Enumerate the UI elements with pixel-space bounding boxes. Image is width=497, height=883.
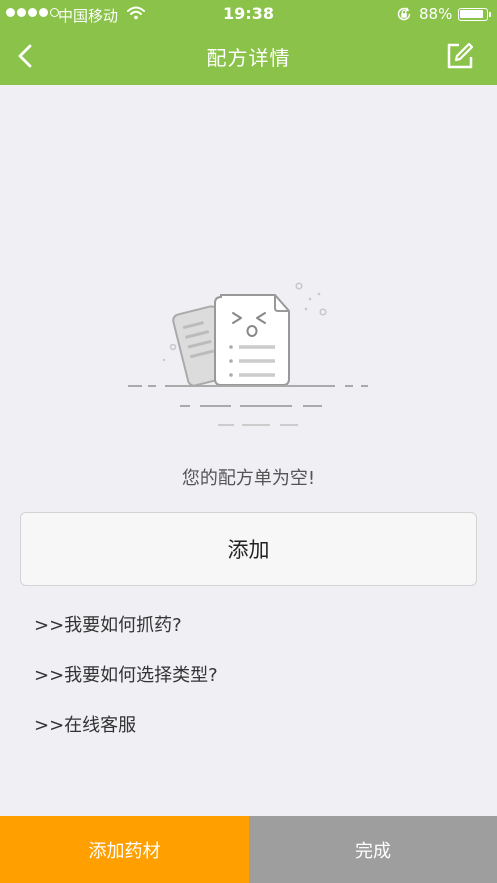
nav-bar: 配方详情 <box>0 28 497 85</box>
edit-button[interactable] <box>444 40 476 72</box>
empty-message: 您的配方单为空! <box>181 468 316 489</box>
add-medicine-button[interactable]: 添加药材 <box>0 816 249 883</box>
page-title: 配方详情 <box>206 46 291 70</box>
battery-tip <box>489 12 491 17</box>
empty-document-icon <box>120 280 380 435</box>
app-header: 中国移动 19:38 88% 配方详情 <box>0 0 497 85</box>
add-button[interactable]: 添加 <box>20 512 477 586</box>
done-button[interactable]: 完成 <box>249 816 497 883</box>
battery-percent: 88% <box>419 5 453 23</box>
bottom-action-bar: 添加药材 完成 <box>0 816 497 883</box>
battery-icon <box>458 8 488 21</box>
status-bar: 中国移动 19:38 88% <box>0 0 497 28</box>
help-link-choose-type[interactable]: >>我要如何选择类型? <box>34 661 218 687</box>
edit-square-icon <box>447 42 474 69</box>
help-link-online-service[interactable]: >>在线客服 <box>34 711 136 737</box>
orientation-lock-icon <box>396 6 412 26</box>
help-link-how-to-fill[interactable]: >>我要如何抓药? <box>34 611 182 637</box>
